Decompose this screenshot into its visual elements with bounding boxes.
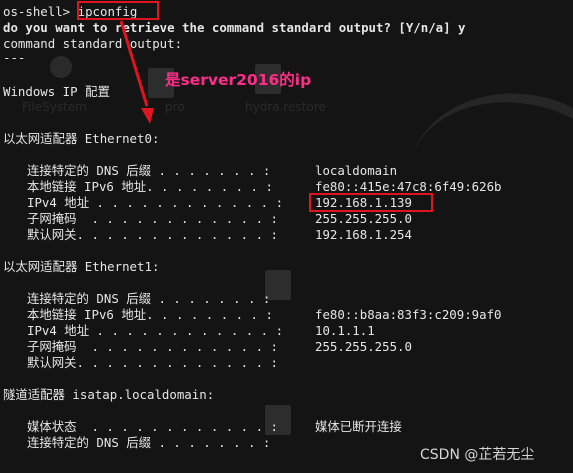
annotation-label: 是server2016的ip	[165, 71, 312, 89]
terminal-window[interactable]: FileSystem pro hydra.restore os-shell> i…	[0, 0, 573, 473]
csdn-watermark: CSDN @芷若无尘	[420, 447, 535, 463]
